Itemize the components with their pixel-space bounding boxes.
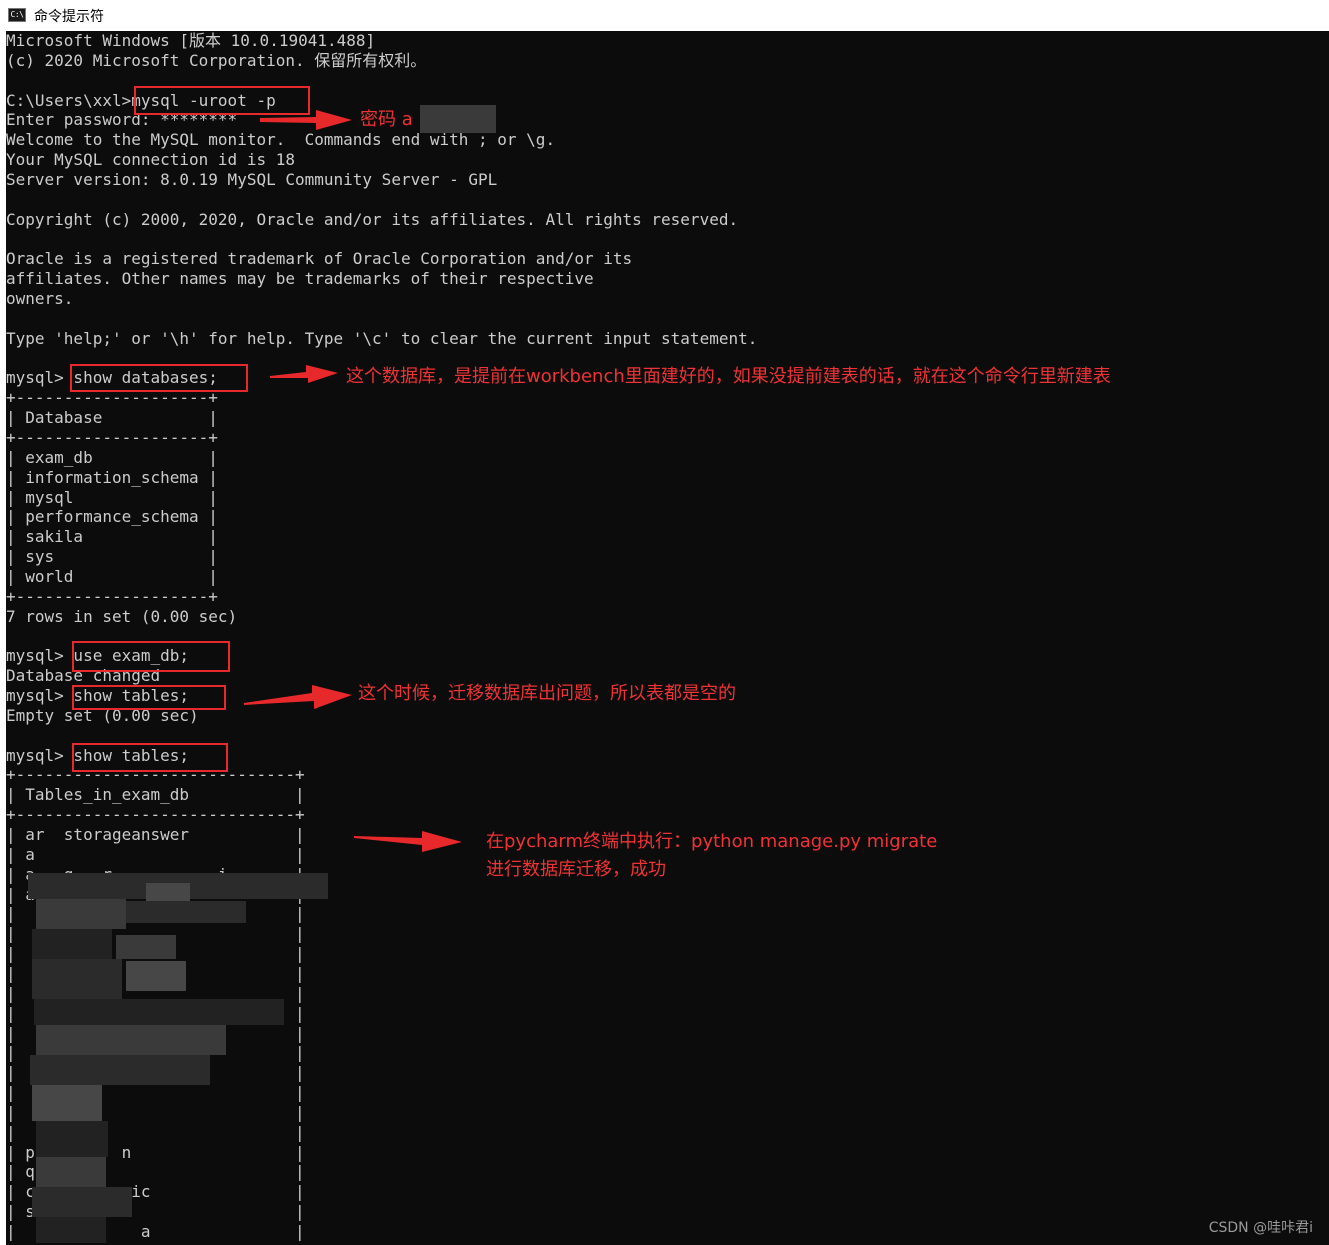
arrow-to-password-note xyxy=(260,110,352,130)
migrate-note-line1: 在pycharm终端中执行：python manage.py migrate xyxy=(486,831,938,852)
console-line: Copyright (c) 2000, 2020, Oracle and/or … xyxy=(6,209,739,229)
console-line: | Database | xyxy=(6,408,218,428)
highlight-box-show-tables-2 xyxy=(72,743,228,772)
console-line: | ar storageanswer | xyxy=(6,825,305,844)
console-output[interactable]: Microsoft Windows [版本 10.0.19041.488] (c)… xyxy=(6,31,1329,1245)
password-redaction xyxy=(420,105,496,133)
console-line: +--------------------+ xyxy=(6,428,218,447)
window-title: 命令提示符 xyxy=(34,9,104,25)
console-line: | sys | xyxy=(6,547,218,567)
console-line: | sakila | xyxy=(6,527,218,547)
empty-tables-note: 这个时候，迁移数据库出问题，所以表都是空的 xyxy=(358,683,736,704)
arrow-to-databases-note xyxy=(270,365,338,383)
highlight-box-use-exam-db xyxy=(72,641,230,672)
console-line: owners. xyxy=(6,289,74,309)
console-line: | Tables_in_exam_db | xyxy=(6,785,305,805)
console-line: Microsoft Windows [版本 10.0.19041.488] xyxy=(6,31,376,50)
console-line: Your MySQL connection id is 18 xyxy=(6,150,295,170)
console-line: Type 'help;' or '\h' for help. Type '\c'… xyxy=(6,328,758,348)
databases-note: 这个数据库，是提前在workbench里面建好的，如果没提前建表的话，就在这个命… xyxy=(346,366,1111,387)
password-note: 密码 a xyxy=(360,109,413,130)
console-line: | information_schema | xyxy=(6,467,218,487)
console-line: (c) 2020 Microsoft Corporation. 保留所有权利。 xyxy=(6,50,427,70)
console-line: +--------------------+ xyxy=(6,586,218,606)
console-line: 7 rows in set (0.00 sec) xyxy=(6,606,238,626)
csdn-watermark: CSDN @哇咔君i xyxy=(1208,1220,1313,1236)
console-line: affiliates. Other names may be trademark… xyxy=(6,269,594,289)
window-titlebar: C:\ 命令提示符 xyxy=(0,0,1329,31)
console-line: | performance_schema | xyxy=(6,507,218,527)
highlight-box-show-tables-1 xyxy=(72,685,226,710)
arrow-to-migrate-note xyxy=(354,831,462,852)
console-line: | exam_db | xyxy=(6,447,218,467)
console-line: Server version: 8.0.19 MySQL Community S… xyxy=(6,169,498,189)
migrate-note-line2: 进行数据库迁移，成功 xyxy=(486,859,666,880)
console-line: | mysql | xyxy=(6,487,218,507)
console-line: | a | xyxy=(6,844,305,864)
console-line: | world | xyxy=(6,566,218,586)
arrow-to-empty-note xyxy=(244,685,352,709)
command-prompt-icon: C:\ xyxy=(8,8,26,22)
console-line: +-----------------------------+ xyxy=(6,805,305,825)
highlight-box-show-databases xyxy=(70,364,248,392)
console-line: Oracle is a registered trademark of Orac… xyxy=(6,249,633,269)
